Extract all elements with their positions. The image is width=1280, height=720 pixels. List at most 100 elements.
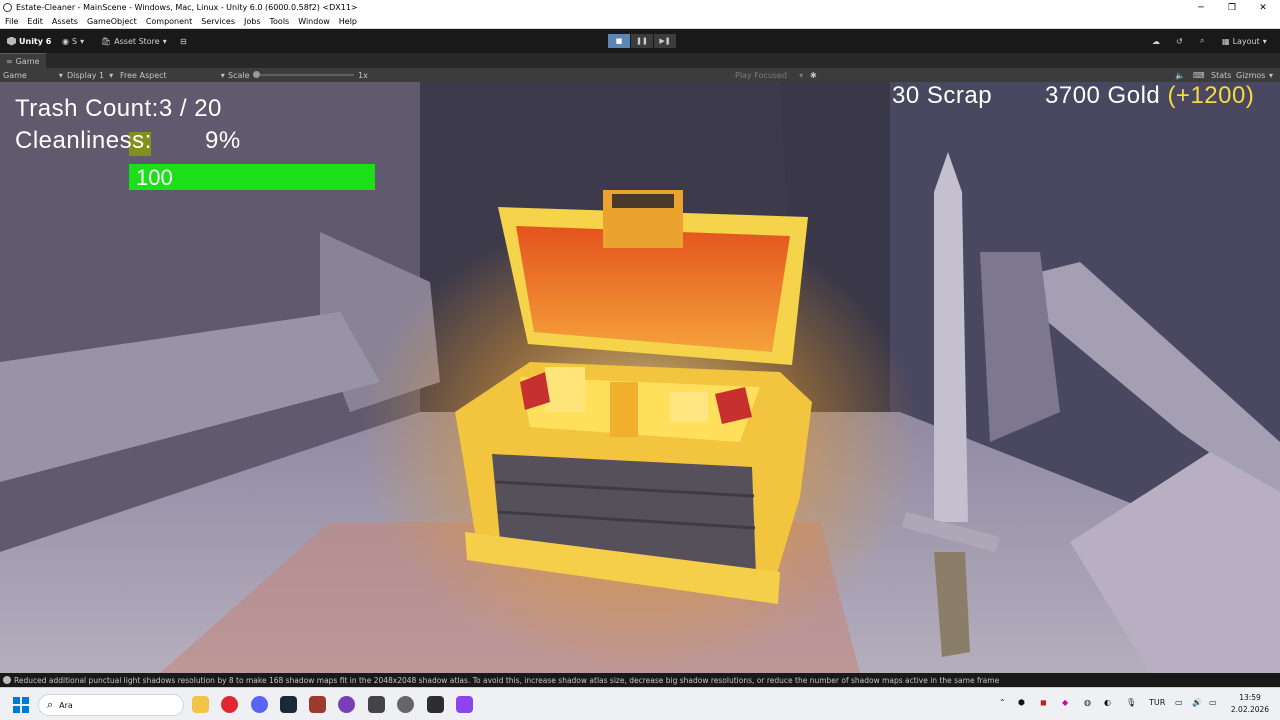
- account-dropdown[interactable]: ◉ S ▾: [62, 34, 84, 48]
- menu-services[interactable]: Services: [196, 17, 239, 26]
- opera-icon[interactable]: [221, 696, 238, 713]
- menu-window[interactable]: Window: [293, 17, 334, 26]
- search-icon[interactable]: ⌕: [1200, 34, 1204, 48]
- aspect-label: Free Aspect: [120, 70, 167, 80]
- tab-game[interactable]: ∞ Game: [0, 53, 46, 68]
- chevron-down-icon[interactable]: ▾: [1269, 70, 1273, 80]
- tray-app-icon[interactable]: ⬢: [1018, 698, 1025, 707]
- chevron-down-icon: ▾: [220, 70, 225, 80]
- stats-button[interactable]: Stats: [1211, 70, 1231, 80]
- github-desktop-icon[interactable]: [338, 696, 355, 713]
- gold-amount: 3700 Gold: [1045, 82, 1161, 109]
- menu-edit[interactable]: Edit: [22, 17, 47, 26]
- close-button[interactable]: ✕: [1246, 0, 1280, 15]
- search-placeholder: Ara: [59, 700, 73, 710]
- layout-label: Layout: [1232, 36, 1260, 46]
- console-status-bar[interactable]: Reduced additional punctual light shadow…: [0, 673, 1280, 687]
- play-focused-dropdown[interactable]: Play Focused ▾: [735, 70, 803, 80]
- menu-component[interactable]: Component: [141, 17, 196, 26]
- chevron-up-icon[interactable]: ⌃: [999, 698, 1006, 707]
- version-control-icon[interactable]: ⊟: [180, 34, 187, 48]
- unity-app-icon: [3, 3, 12, 12]
- health-bar: 100: [129, 164, 375, 190]
- window-title: Estate-Cleaner - MainScene - Windows, Ma…: [16, 3, 358, 12]
- game-viewport[interactable]: Trash Count:3 / 20 Cleanliness: 9% 100 3…: [0, 82, 1280, 673]
- account-label: S: [71, 36, 78, 46]
- chevron-down-icon: ▾: [109, 70, 114, 80]
- steam-icon[interactable]: [280, 696, 297, 713]
- stop-button[interactable]: ■: [608, 34, 630, 48]
- tab-game-label: Game: [15, 56, 40, 66]
- asset-store-label: Asset Store: [114, 36, 160, 46]
- language-indicator[interactable]: TUR: [1149, 698, 1165, 707]
- step-button[interactable]: ▶❚: [654, 34, 676, 48]
- pause-button[interactable]: ❚❚: [631, 34, 653, 48]
- menu-tools[interactable]: Tools: [265, 17, 294, 26]
- trash-count-label: Trash Count:3 / 20: [15, 95, 222, 122]
- scale-label: Scale: [228, 70, 250, 80]
- unity-version-button[interactable]: Unity 6: [7, 34, 51, 48]
- tray-app-icon[interactable]: ◼: [1040, 698, 1047, 707]
- cleanliness-value: 9%: [205, 127, 241, 154]
- scale-value: 1x: [358, 70, 368, 80]
- cloud-icon[interactable]: ☁: [1152, 34, 1160, 48]
- microphone-icon[interactable]: 🎙: [1126, 698, 1136, 707]
- battery-icon[interactable]: ▭: [1209, 698, 1217, 707]
- treasure-gold-block: [670, 392, 708, 422]
- game-mode-label: Game: [3, 70, 27, 80]
- taskbar-search-box[interactable]: ⌕ Ara: [38, 694, 184, 716]
- scrap-count: 30 Scrap: [892, 82, 993, 109]
- display-dropdown[interactable]: Display 1 ▾: [67, 70, 113, 80]
- minimize-button[interactable]: ─: [1184, 0, 1218, 15]
- chevron-down-icon: ▾: [80, 36, 85, 46]
- aspect-dropdown[interactable]: Free Aspect ▾: [120, 70, 225, 80]
- discord-tray-icon[interactable]: ◍: [1084, 698, 1091, 707]
- unity-version-label: Unity 6: [19, 36, 52, 46]
- clock-time: 13:59: [1239, 693, 1261, 702]
- menu-assets[interactable]: Assets: [47, 17, 82, 26]
- file-explorer-icon[interactable]: [192, 696, 209, 713]
- app-icon[interactable]: [397, 696, 414, 713]
- menu-help[interactable]: Help: [334, 17, 361, 26]
- discord-icon[interactable]: [251, 696, 268, 713]
- treasure-goblet: [610, 382, 638, 437]
- menu-file[interactable]: File: [0, 17, 22, 26]
- gold-count: 3700 Gold (+1200): [1045, 82, 1254, 110]
- network-icon[interactable]: ▭: [1175, 698, 1183, 707]
- game-view-controls: Game ▾ Display 1 ▾ Free Aspect ▾ Scale 1x P…: [0, 68, 1280, 82]
- maximize-button[interactable]: ❐: [1215, 0, 1249, 15]
- treasure-gold-block: [545, 367, 585, 412]
- game-mode-dropdown[interactable]: Game ▾: [3, 70, 63, 80]
- history-icon[interactable]: ↺: [1176, 34, 1183, 48]
- unity-hub-icon[interactable]: [368, 696, 385, 713]
- main-toolbar: Unity 6 ◉ S ▾ 🛍 Asset Store ▾ ⊟ ■ ❚❚ ▶❚ …: [0, 29, 1280, 53]
- winrar-icon[interactable]: [309, 696, 326, 713]
- gizmos-button[interactable]: Gizmos: [1236, 70, 1265, 80]
- chevron-down-icon: ▾: [162, 36, 167, 46]
- chevron-down-icon: ▾: [1262, 36, 1267, 46]
- steam-tray-icon[interactable]: ◐: [1104, 698, 1111, 707]
- scale-slider-track[interactable]: [256, 74, 354, 76]
- menu-jobs[interactable]: Jobs: [239, 17, 265, 26]
- layout-dropdown[interactable]: ▦ Layout ▾: [1222, 34, 1267, 48]
- menu-gameobject[interactable]: GameObject: [82, 17, 141, 26]
- menu-bar: File Edit Assets GameObject Component Se…: [0, 15, 1280, 29]
- gold-bonus: (+1200): [1167, 82, 1255, 109]
- keyboard-icon[interactable]: ⌨: [1193, 70, 1205, 80]
- scale-slider-handle[interactable]: [253, 71, 260, 78]
- editor-tab-row: ∞ Game: [0, 53, 1280, 68]
- mute-audio-icon[interactable]: 🔈: [1175, 70, 1185, 80]
- taskbar-clock[interactable]: 13:59 2.02.2026: [1225, 692, 1275, 716]
- layout-icon: ▦: [1222, 36, 1230, 46]
- bug-icon[interactable]: ✱: [810, 70, 817, 80]
- status-message: Reduced additional punctual light shadow…: [14, 675, 1000, 685]
- visual-studio-icon[interactable]: [456, 696, 473, 713]
- volume-icon[interactable]: 🔊: [1192, 698, 1202, 707]
- window-title-bar: Estate-Cleaner - MainScene - Windows, Ma…: [0, 0, 1280, 15]
- unity-editor-icon[interactable]: [427, 696, 444, 713]
- play-controls: ■ ❚❚ ▶❚: [608, 34, 676, 48]
- asset-store-dropdown[interactable]: 🛍 Asset Store ▾: [101, 34, 167, 48]
- windows-start-icon[interactable]: [13, 697, 29, 713]
- clock-date: 2.02.2026: [1230, 705, 1270, 714]
- tray-app-icon[interactable]: ◆: [1062, 698, 1068, 707]
